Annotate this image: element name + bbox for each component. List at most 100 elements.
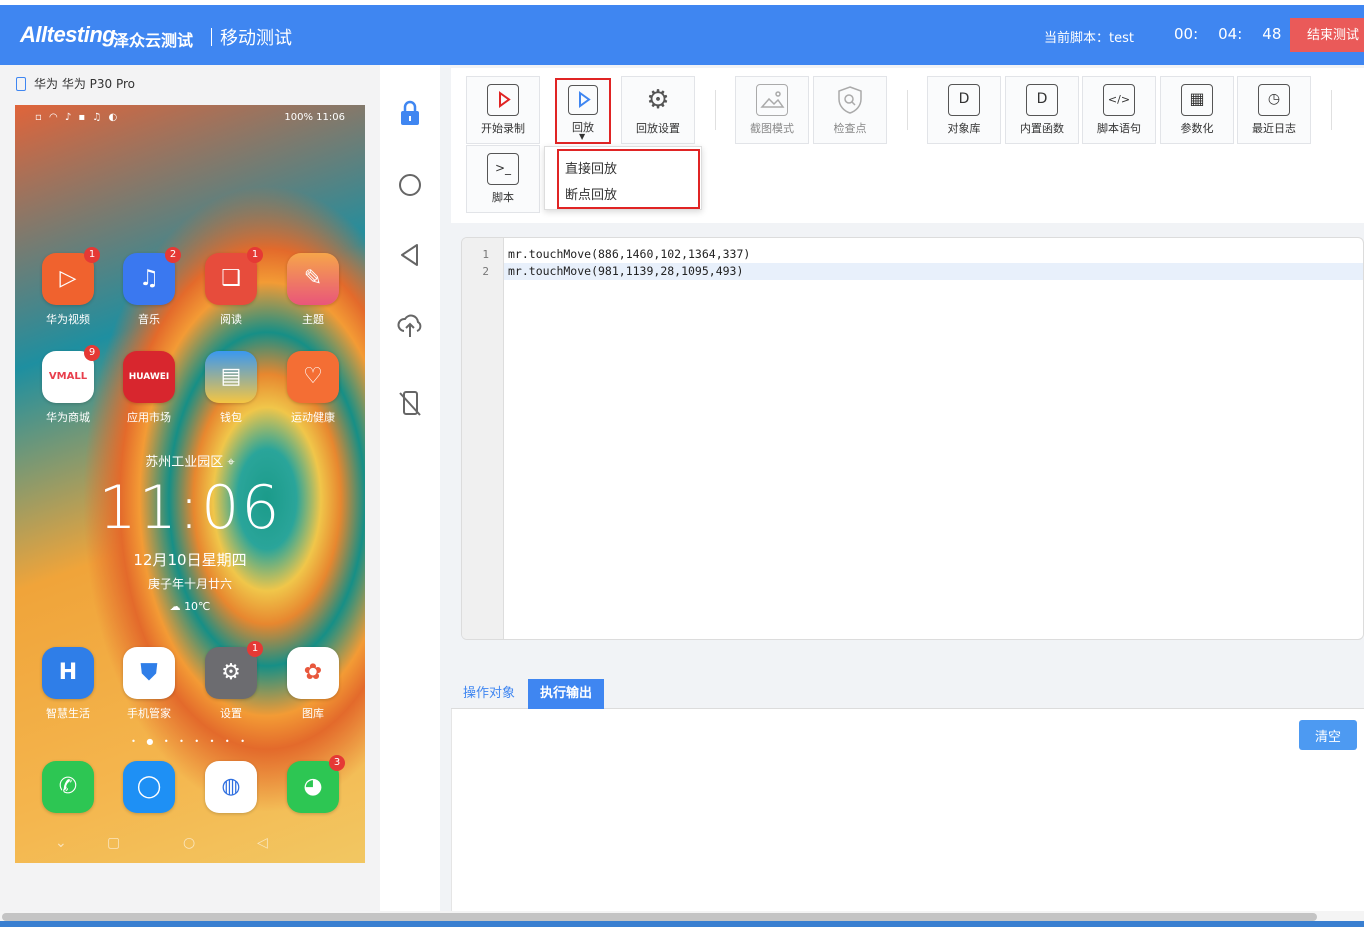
notification-badge: 1 xyxy=(84,247,100,263)
calendar-clock-icon: ◷ xyxy=(1258,84,1290,116)
nav-home-icon[interactable]: ○ xyxy=(183,835,195,851)
app-reading[interactable]: ❑ 1 阅读 xyxy=(196,247,266,327)
table-grid-icon: ▦ xyxy=(1181,84,1213,116)
app-health[interactable]: ♡ 运动健康 xyxy=(278,351,348,425)
line-number: 2 xyxy=(482,265,489,278)
timer-seconds: 48 xyxy=(1262,25,1282,43)
search-shield-icon xyxy=(834,84,866,116)
status-battery-time: 100% 11:06 xyxy=(284,112,345,123)
output-tabs: 操作对象 执行输出 xyxy=(451,677,1364,709)
disconnect-device-icon[interactable] xyxy=(396,389,424,417)
app-icon: HUAWEI xyxy=(123,351,175,403)
tool-label: 脚本语句 xyxy=(1097,122,1141,135)
code-content[interactable]: mr.touchMove(886,1460,102,1364,337) mr.t… xyxy=(504,246,1363,280)
checkpoint-button[interactable]: 检查点 xyxy=(813,76,887,144)
recent-log-button[interactable]: ◷ 最近日志 xyxy=(1237,76,1311,144)
builtin-function-button[interactable]: D 内置函数 xyxy=(1005,76,1079,144)
device-side-tools xyxy=(380,65,440,911)
app-smart-life[interactable]: H 智慧生活 xyxy=(33,647,103,721)
screenshot-mode-button[interactable]: 截图模式 xyxy=(735,76,809,144)
notification-badge: 9 xyxy=(84,345,100,361)
app-label: 运动健康 xyxy=(291,411,335,424)
dock-wechat[interactable]: ◕ 3 xyxy=(278,755,348,819)
code-editor[interactable]: 1 2 mr.touchMove(886,1460,102,1364,337) … xyxy=(461,237,1364,640)
code-line[interactable]: mr.touchMove(981,1139,28,1095,493) xyxy=(504,263,1363,280)
breakpoint-playback-item[interactable]: 断点回放 xyxy=(565,184,617,203)
playback-dropdown: 直接回放 断点回放 xyxy=(544,146,702,210)
home-circle-icon[interactable] xyxy=(396,171,424,199)
line-number: 1 xyxy=(482,248,489,261)
start-record-button[interactable]: 开始录制 xyxy=(466,76,540,144)
tool-label: 脚本 xyxy=(492,191,514,204)
shield-icon: ⛊ xyxy=(140,660,158,685)
app-settings[interactable]: ⚙ 1 设置 xyxy=(196,641,266,721)
smart-home-icon: H xyxy=(58,660,78,685)
app-icon: ▷ 1 xyxy=(42,247,100,305)
dock-messages[interactable]: ◯ xyxy=(114,761,184,819)
device-screen[interactable]: ▫ ◠ ♪ ▪ ♫ ◐ 100% 11:06 ▷ 1 华为视频 ♫ 2 音乐 ❑ 1 … xyxy=(15,105,365,863)
toolbar-divider xyxy=(715,90,716,130)
lockscreen-date: 12月10日星期四 xyxy=(133,551,247,569)
parameterize-button[interactable]: ▦ 参数化 xyxy=(1160,76,1234,144)
app-appgallery[interactable]: HUAWEI 应用市场 xyxy=(114,351,184,425)
app-icon: ✿ xyxy=(287,647,339,699)
app-wallet[interactable]: ▤ 钱包 xyxy=(196,351,266,425)
end-test-button[interactable]: 结束测试 xyxy=(1290,18,1364,52)
script-button[interactable]: >_ 脚本 xyxy=(466,145,540,213)
heart-icon: ♡ xyxy=(303,364,323,389)
tool-label: 截图模式 xyxy=(750,122,794,135)
tool-label: 内置函数 xyxy=(1020,122,1064,135)
back-triangle-icon[interactable] xyxy=(396,241,424,269)
notification-badge: 3 xyxy=(329,755,345,771)
gear-icon: ⚙ xyxy=(646,85,670,115)
code-window-icon: </> xyxy=(1103,84,1135,116)
dock-phone[interactable]: ✆ xyxy=(33,761,103,819)
top-bar: Alltesting 泽众云测试 移动测试 当前脚本：test 00: 04: 48… xyxy=(0,5,1364,65)
tool-label: 开始录制 xyxy=(481,122,525,135)
tool-label: 回放设置 xyxy=(636,122,680,135)
app-icon: ✆ xyxy=(42,761,94,813)
nav-recent-icon[interactable]: ▢ xyxy=(107,835,120,851)
app-phone-manager[interactable]: ⛊ 手机管家 xyxy=(114,647,184,721)
object-library-button[interactable]: D 对象库 xyxy=(927,76,1001,144)
dock-browser[interactable]: ◍ xyxy=(196,761,266,819)
weather-temp: ☁ 10℃ xyxy=(15,600,365,613)
location-text: 苏州工业园区 xyxy=(145,455,224,470)
scrollbar-thumb[interactable] xyxy=(2,913,1317,921)
playback-settings-button[interactable]: ⚙ 回放设置 xyxy=(621,76,695,144)
app-label: 图库 xyxy=(302,707,324,720)
lock-icon[interactable] xyxy=(396,99,424,127)
app-themes[interactable]: ✎ 主题 xyxy=(278,253,348,327)
app-huawei-video[interactable]: ▷ 1 华为视频 xyxy=(33,247,103,327)
clear-button[interactable]: 清空 xyxy=(1299,720,1357,750)
app-icon: ◕ 3 xyxy=(287,755,345,813)
app-label: 设置 xyxy=(220,707,242,720)
app-gallery[interactable]: ✿ 图库 xyxy=(278,647,348,721)
toolbar-divider xyxy=(907,90,908,130)
nav-menu-icon[interactable]: ⌄ xyxy=(55,835,67,851)
toolbar-divider xyxy=(1331,90,1332,130)
lunar-date: 庚子年十月廿六 xyxy=(147,577,232,591)
module-title: 移动测试 xyxy=(220,28,292,49)
app-label: 华为商城 xyxy=(46,411,90,424)
phone-call-icon: ✆ xyxy=(58,774,78,799)
tab-execution-output[interactable]: 执行输出 xyxy=(528,679,605,709)
temperature: 10℃ xyxy=(184,600,211,613)
cloud-upload-icon[interactable] xyxy=(396,311,424,339)
app-label: 手机管家 xyxy=(127,707,171,720)
script-statement-button[interactable]: </> 脚本语句 xyxy=(1082,76,1156,144)
code-line[interactable]: mr.touchMove(886,1460,102,1364,337) xyxy=(504,246,1363,263)
notification-badge: 1 xyxy=(247,247,263,263)
app-vmall[interactable]: VMALL 9 华为商城 xyxy=(33,345,103,425)
chat-bubble-icon: ◯ xyxy=(136,774,162,799)
direct-playback-item[interactable]: 直接回放 xyxy=(565,158,617,177)
playback-button[interactable]: 回放 ▼ xyxy=(555,78,611,144)
app-icon: ⛊ xyxy=(123,647,175,699)
nav-back-icon[interactable]: ◁ xyxy=(257,835,268,851)
header-divider xyxy=(211,28,212,46)
tab-operation-objects[interactable]: 操作对象 xyxy=(451,679,527,709)
image-icon xyxy=(756,84,788,116)
cloud-icon: ☁ xyxy=(169,600,181,613)
lockscreen-clock: 11:06 xyxy=(98,473,282,543)
app-music[interactable]: ♫ 2 音乐 xyxy=(114,247,184,327)
